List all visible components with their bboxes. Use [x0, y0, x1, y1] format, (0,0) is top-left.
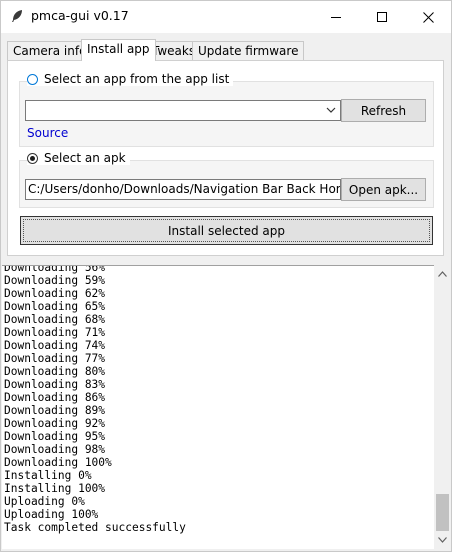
feather-icon [12, 10, 22, 22]
log-line: Installing 100% [4, 482, 106, 495]
chevron-down-icon [438, 536, 447, 543]
log-line: Downloading 68% [4, 313, 106, 326]
log-line: Downloading 98% [4, 443, 106, 456]
install-app-pane: Select an app from the app list Refresh … [7, 60, 444, 256]
tab-install-app[interactable]: Install app [81, 39, 156, 61]
log-line: Task completed successfully [4, 521, 186, 534]
install-selected-app-button[interactable]: Install selected app [20, 216, 433, 245]
radio-button-icon[interactable] [27, 73, 38, 85]
log-line: Downloading 65% [4, 300, 106, 313]
log-line: Downloading 62% [4, 287, 106, 300]
log-output[interactable]: Downloading 56% Downloading 59% Downloadin… [2, 265, 434, 549]
chevron-down-icon[interactable] [326, 105, 336, 115]
window-title: pmca-gui v0.17 [31, 8, 129, 23]
log-line: Downloading 89% [4, 404, 106, 417]
log-line: Uploading 0% [4, 495, 85, 508]
apk-radio-label: Select an apk [44, 151, 126, 165]
chevron-up-icon [438, 270, 447, 277]
log-line: Downloading 74% [4, 339, 106, 352]
minimize-icon [331, 17, 341, 18]
source-link[interactable]: Source [27, 126, 68, 140]
tab-update-firmware[interactable]: Update firmware [192, 41, 305, 60]
log-line: Downloading 95% [4, 430, 106, 443]
log-line: Downloading 83% [4, 378, 106, 391]
maximize-button[interactable] [359, 1, 405, 33]
app-window: pmca-gui v0.17 Camera info Install app T… [0, 0, 452, 552]
scroll-thumb[interactable] [436, 494, 449, 531]
open-apk-button[interactable]: Open apk... [341, 178, 426, 201]
app-select-combobox[interactable] [25, 100, 341, 121]
radio-button-icon[interactable] [27, 152, 38, 164]
close-icon [422, 11, 434, 23]
log-line: Downloading 59% [4, 274, 106, 287]
maximize-icon [377, 12, 387, 22]
tab-camera-info[interactable]: Camera info [7, 41, 93, 60]
log-line: Downloading 56% [4, 265, 106, 274]
apk-radio[interactable]: Select an apk [27, 151, 130, 165]
apk-path-field[interactable]: C:/Users/donho/Downloads/Navigation Bar … [25, 179, 341, 200]
app-list-radio[interactable]: Select an app from the app list [27, 72, 234, 86]
title-bar[interactable]: pmca-gui v0.17 [1, 1, 451, 33]
log-line: Installing 0% [4, 469, 92, 482]
log-line: Downloading 71% [4, 326, 106, 339]
close-button[interactable] [405, 1, 451, 33]
log-text: Downloading 56% Downloading 59% Downloadin… [4, 265, 186, 534]
app-list-radio-label: Select an app from the app list [44, 72, 230, 86]
refresh-button[interactable]: Refresh [341, 99, 426, 122]
log-line: Downloading 86% [4, 391, 106, 404]
log-line: Downloading 77% [4, 352, 106, 365]
log-line: Downloading 80% [4, 365, 106, 378]
minimize-button[interactable] [313, 1, 359, 33]
log-scrollbar[interactable] [434, 265, 451, 548]
log-line: Downloading 100% [4, 456, 112, 469]
scroll-up-button[interactable] [434, 265, 451, 282]
scroll-down-button[interactable] [434, 531, 451, 548]
log-line: Downloading 92% [4, 417, 106, 430]
log-line: Uploading 100% [4, 508, 99, 521]
